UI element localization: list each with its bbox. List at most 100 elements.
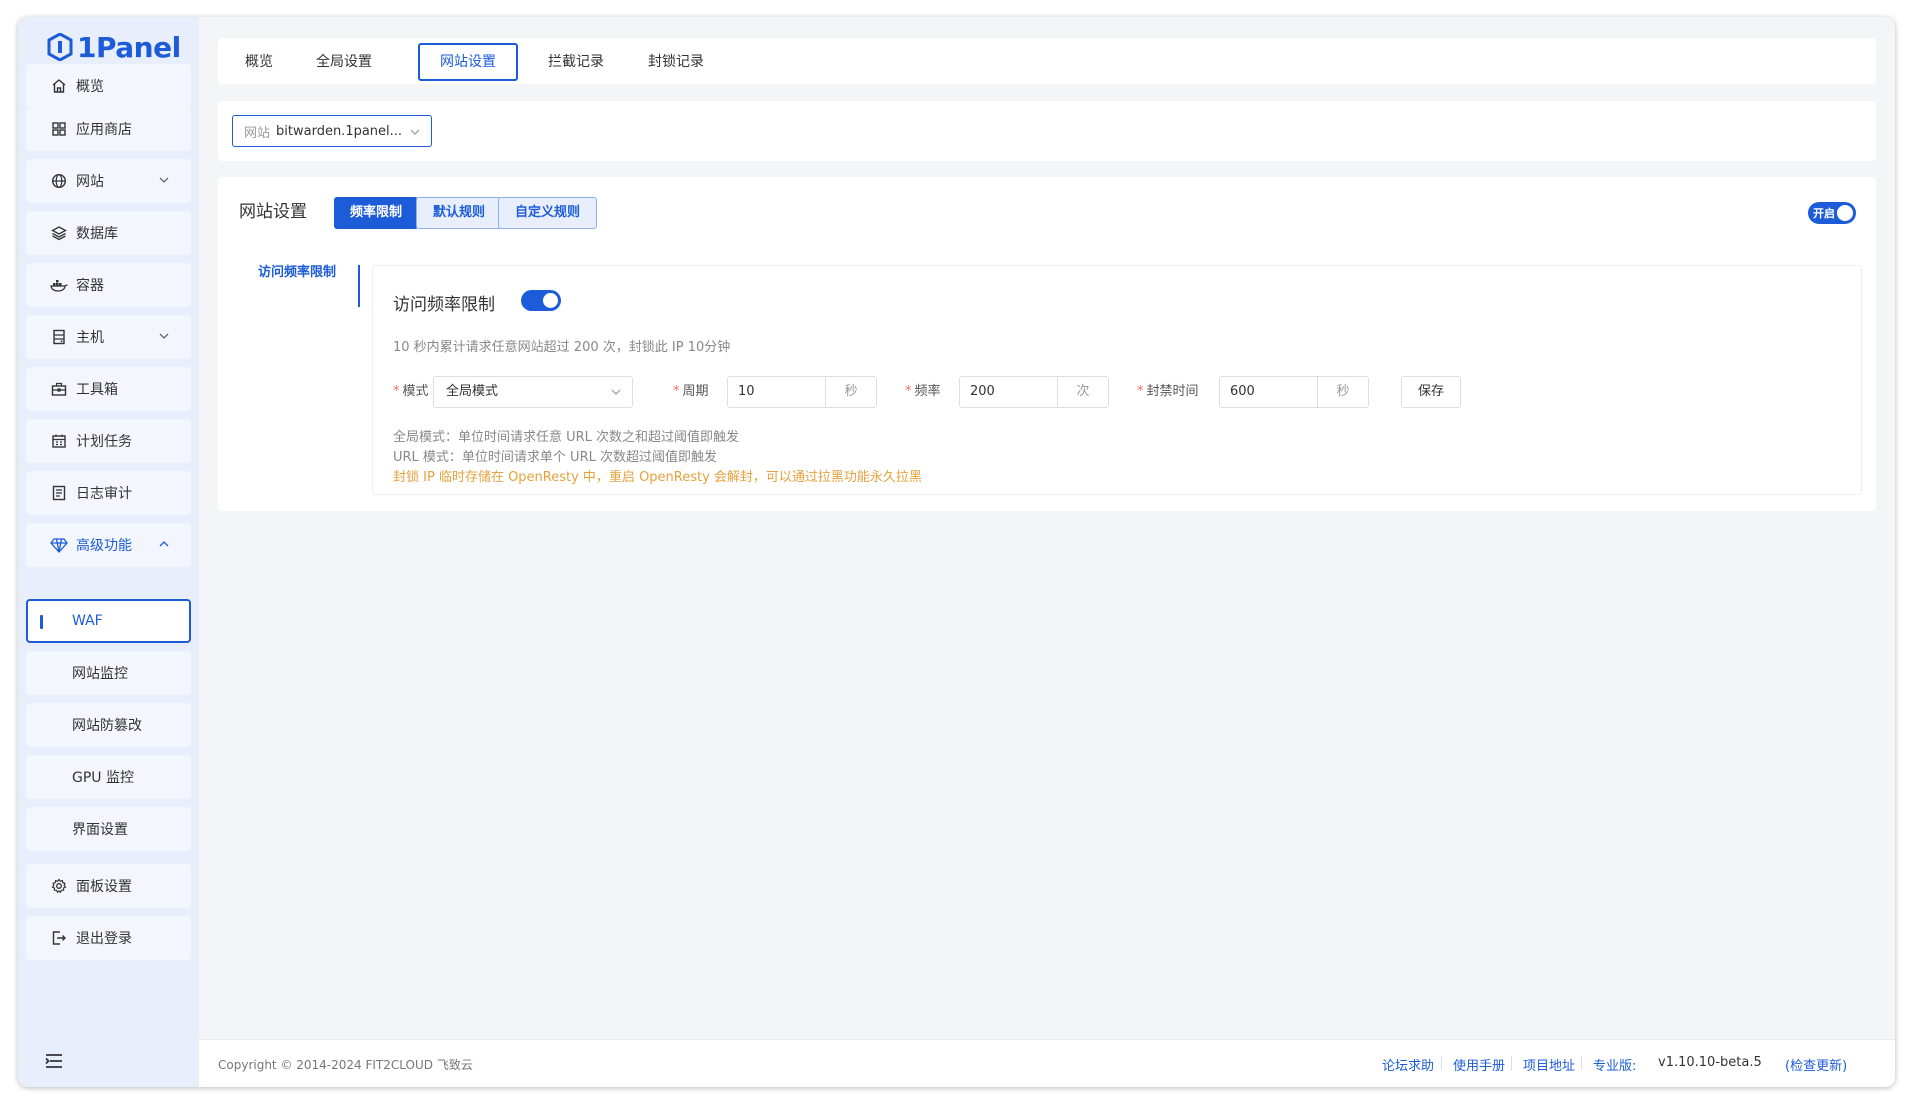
rate-limit-description: 10 秒内累计请求任意网站超过 200 次，封锁此 IP 10分钟 bbox=[393, 340, 731, 355]
tab-custom-rules[interactable]: 自定义规则 bbox=[498, 197, 598, 229]
sidebar-item-log-audit[interactable]: 日志审计 bbox=[26, 471, 191, 515]
manual-link[interactable]: 使用手册 bbox=[1453, 1055, 1505, 1074]
sidebar-item-label: 数据库 bbox=[76, 226, 118, 242]
site-select[interactable]: 网站 bitwarden.1panel... bbox=[232, 115, 432, 147]
mode-select[interactable]: 全局模式 bbox=[433, 376, 633, 408]
sidebar-item-waf[interactable]: WAF bbox=[26, 599, 191, 643]
gear-icon bbox=[50, 877, 68, 895]
sidebar-item-gpu-monitor[interactable]: GPU 监控 bbox=[26, 755, 191, 799]
sidebar-item-appstore[interactable]: 应用商店 bbox=[26, 107, 191, 151]
sidebar-item-ui-settings[interactable]: 界面设置 bbox=[26, 807, 191, 851]
tab-website-settings[interactable]: 网站设置 bbox=[418, 43, 518, 81]
divider bbox=[1511, 1056, 1512, 1070]
site-select-value: bitwarden.1panel... bbox=[276, 123, 403, 139]
period-label: * 周期 bbox=[673, 384, 709, 399]
frequency-input[interactable]: 200 次 bbox=[959, 376, 1109, 408]
tab-rate-limit[interactable]: 频率限制 bbox=[334, 197, 419, 229]
ban-time-unit: 秒 bbox=[1317, 377, 1368, 407]
site-select-prefix: 网站 bbox=[244, 125, 271, 141]
ban-time-input[interactable]: 600 秒 bbox=[1219, 376, 1369, 408]
period-value[interactable]: 10 bbox=[728, 377, 825, 407]
sidebar-item-label: 高级功能 bbox=[76, 538, 132, 554]
server-icon bbox=[50, 328, 68, 346]
note-warning: 封锁 IP 临时存储在 OpenResty 中，重启 OpenResty 会解封… bbox=[393, 470, 922, 485]
toolbox-icon bbox=[50, 380, 68, 398]
sidebar-item-toolbox[interactable]: 工具箱 bbox=[26, 367, 191, 411]
period-unit: 秒 bbox=[825, 377, 876, 407]
sidebar-item-label: 网站 bbox=[76, 174, 104, 190]
home-icon bbox=[50, 77, 68, 95]
tab-block-records[interactable]: 封锁记录 bbox=[634, 43, 718, 81]
docker-icon bbox=[50, 276, 68, 294]
sidebar-item-cron[interactable]: 计划任务 bbox=[26, 419, 191, 463]
note-global-mode: 全局模式：单位时间请求任意 URL 次数之和超过阈值即触发 bbox=[393, 430, 740, 445]
chevron-down-icon bbox=[159, 177, 169, 183]
sidebar-item-logout[interactable]: 退出登录 bbox=[26, 916, 191, 960]
logo-text: 1Panel bbox=[77, 30, 181, 64]
note-url-mode: URL 模式：单位时间请求单个 URL 次数超过阈值即触发 bbox=[393, 450, 717, 465]
divider bbox=[1581, 1056, 1582, 1070]
rate-limit-card: 访问频率限制 10 秒内累计请求任意网站超过 200 次，封锁此 IP 10分钟… bbox=[372, 265, 1862, 495]
frequency-label: * 频率 bbox=[905, 384, 941, 399]
toggle-label: 开启 bbox=[1813, 207, 1835, 220]
sidebar-item-tamper-protect[interactable]: 网站防篡改 bbox=[26, 703, 191, 747]
site-bar: 网站 bitwarden.1panel... bbox=[218, 101, 1876, 161]
sidebar-item-overview[interactable]: 概览 bbox=[26, 64, 191, 108]
frequency-value[interactable]: 200 bbox=[960, 377, 1057, 407]
tab-overview[interactable]: 概览 bbox=[230, 43, 288, 81]
sidebar-item-label: WAF bbox=[72, 613, 103, 629]
chevron-down-icon bbox=[410, 129, 420, 135]
sidebar-item-label: 日志审计 bbox=[76, 486, 132, 502]
edition-label: 专业版: bbox=[1593, 1059, 1637, 1074]
logo[interactable]: 1Panel bbox=[47, 27, 181, 67]
save-button[interactable]: 保存 bbox=[1401, 376, 1461, 408]
sidebar-item-database[interactable]: 数据库 bbox=[26, 211, 191, 255]
tab-global-settings[interactable]: 全局设置 bbox=[302, 43, 386, 81]
sidebar-item-site-monitor[interactable]: 网站监控 bbox=[26, 651, 191, 695]
divider bbox=[1441, 1056, 1442, 1070]
version-text: v1.10.10-beta.5 bbox=[1658, 1055, 1762, 1070]
sidebar-item-advanced[interactable]: 高级功能 bbox=[26, 523, 191, 567]
logo-icon bbox=[47, 33, 73, 61]
chevron-up-icon bbox=[159, 541, 169, 547]
chevron-down-icon bbox=[611, 389, 621, 395]
toggle-knob bbox=[1837, 205, 1853, 221]
sidebar-item-label: 应用商店 bbox=[76, 122, 132, 138]
mode-label: * 模式 bbox=[393, 384, 429, 399]
sidebar-item-label: 界面设置 bbox=[72, 822, 128, 838]
rate-limit-title: 访问频率限制 bbox=[393, 295, 495, 315]
rate-limit-form: * 模式 全局模式 * 周期 10 秒 * 频率 200 次 * 封禁时间 600 bbox=[393, 376, 1493, 408]
sidebar-item-website[interactable]: 网站 bbox=[26, 159, 191, 203]
sidebar-item-label: 面板设置 bbox=[76, 879, 132, 895]
ban-time-value[interactable]: 600 bbox=[1220, 377, 1317, 407]
chevron-down-icon bbox=[159, 333, 169, 339]
grid-icon bbox=[50, 120, 68, 138]
period-input[interactable]: 10 秒 bbox=[727, 376, 877, 408]
logout-icon bbox=[50, 929, 68, 947]
layers-icon bbox=[50, 224, 68, 242]
footer: Copyright © 2014-2024 FIT2CLOUD 飞致云 论坛求助… bbox=[199, 1039, 1895, 1087]
top-tab-bar: 概览 全局设置 网站设置 拦截记录 封锁记录 bbox=[218, 38, 1876, 84]
app-window: 1Panel 概览 应用商店 网站 数据库 容器 主机 工具箱 计划任务 日志审… bbox=[18, 17, 1895, 1087]
sidebar-item-label: 退出登录 bbox=[76, 931, 132, 947]
mode-select-value: 全局模式 bbox=[446, 384, 499, 399]
waf-enable-toggle[interactable]: 开启 bbox=[1808, 202, 1856, 224]
sidebar-item-label: 概览 bbox=[76, 79, 104, 95]
check-update-link[interactable]: (检查更新) bbox=[1785, 1055, 1847, 1074]
tab-intercept-records[interactable]: 拦截记录 bbox=[534, 43, 618, 81]
side-tab-rate-limit[interactable]: 访问频率限制 bbox=[258, 261, 336, 280]
diamond-icon bbox=[50, 536, 68, 554]
sidebar-item-label: 容器 bbox=[76, 278, 104, 294]
project-link[interactable]: 项目地址 bbox=[1523, 1055, 1575, 1074]
globe-icon bbox=[50, 172, 68, 190]
ban-time-label: * 封禁时间 bbox=[1137, 384, 1199, 399]
forum-link[interactable]: 论坛求助 bbox=[1382, 1055, 1434, 1074]
panel-title: 网站设置 bbox=[239, 202, 307, 222]
sidebar-item-label: 工具箱 bbox=[76, 382, 118, 398]
sidebar-item-host[interactable]: 主机 bbox=[26, 315, 191, 359]
sidebar-item-container[interactable]: 容器 bbox=[26, 263, 191, 307]
tab-default-rules[interactable]: 默认规则 bbox=[416, 197, 503, 229]
rate-limit-toggle[interactable] bbox=[521, 290, 561, 311]
menu-collapse-icon[interactable] bbox=[44, 1052, 64, 1070]
sidebar-item-panel-settings[interactable]: 面板设置 bbox=[26, 864, 191, 908]
